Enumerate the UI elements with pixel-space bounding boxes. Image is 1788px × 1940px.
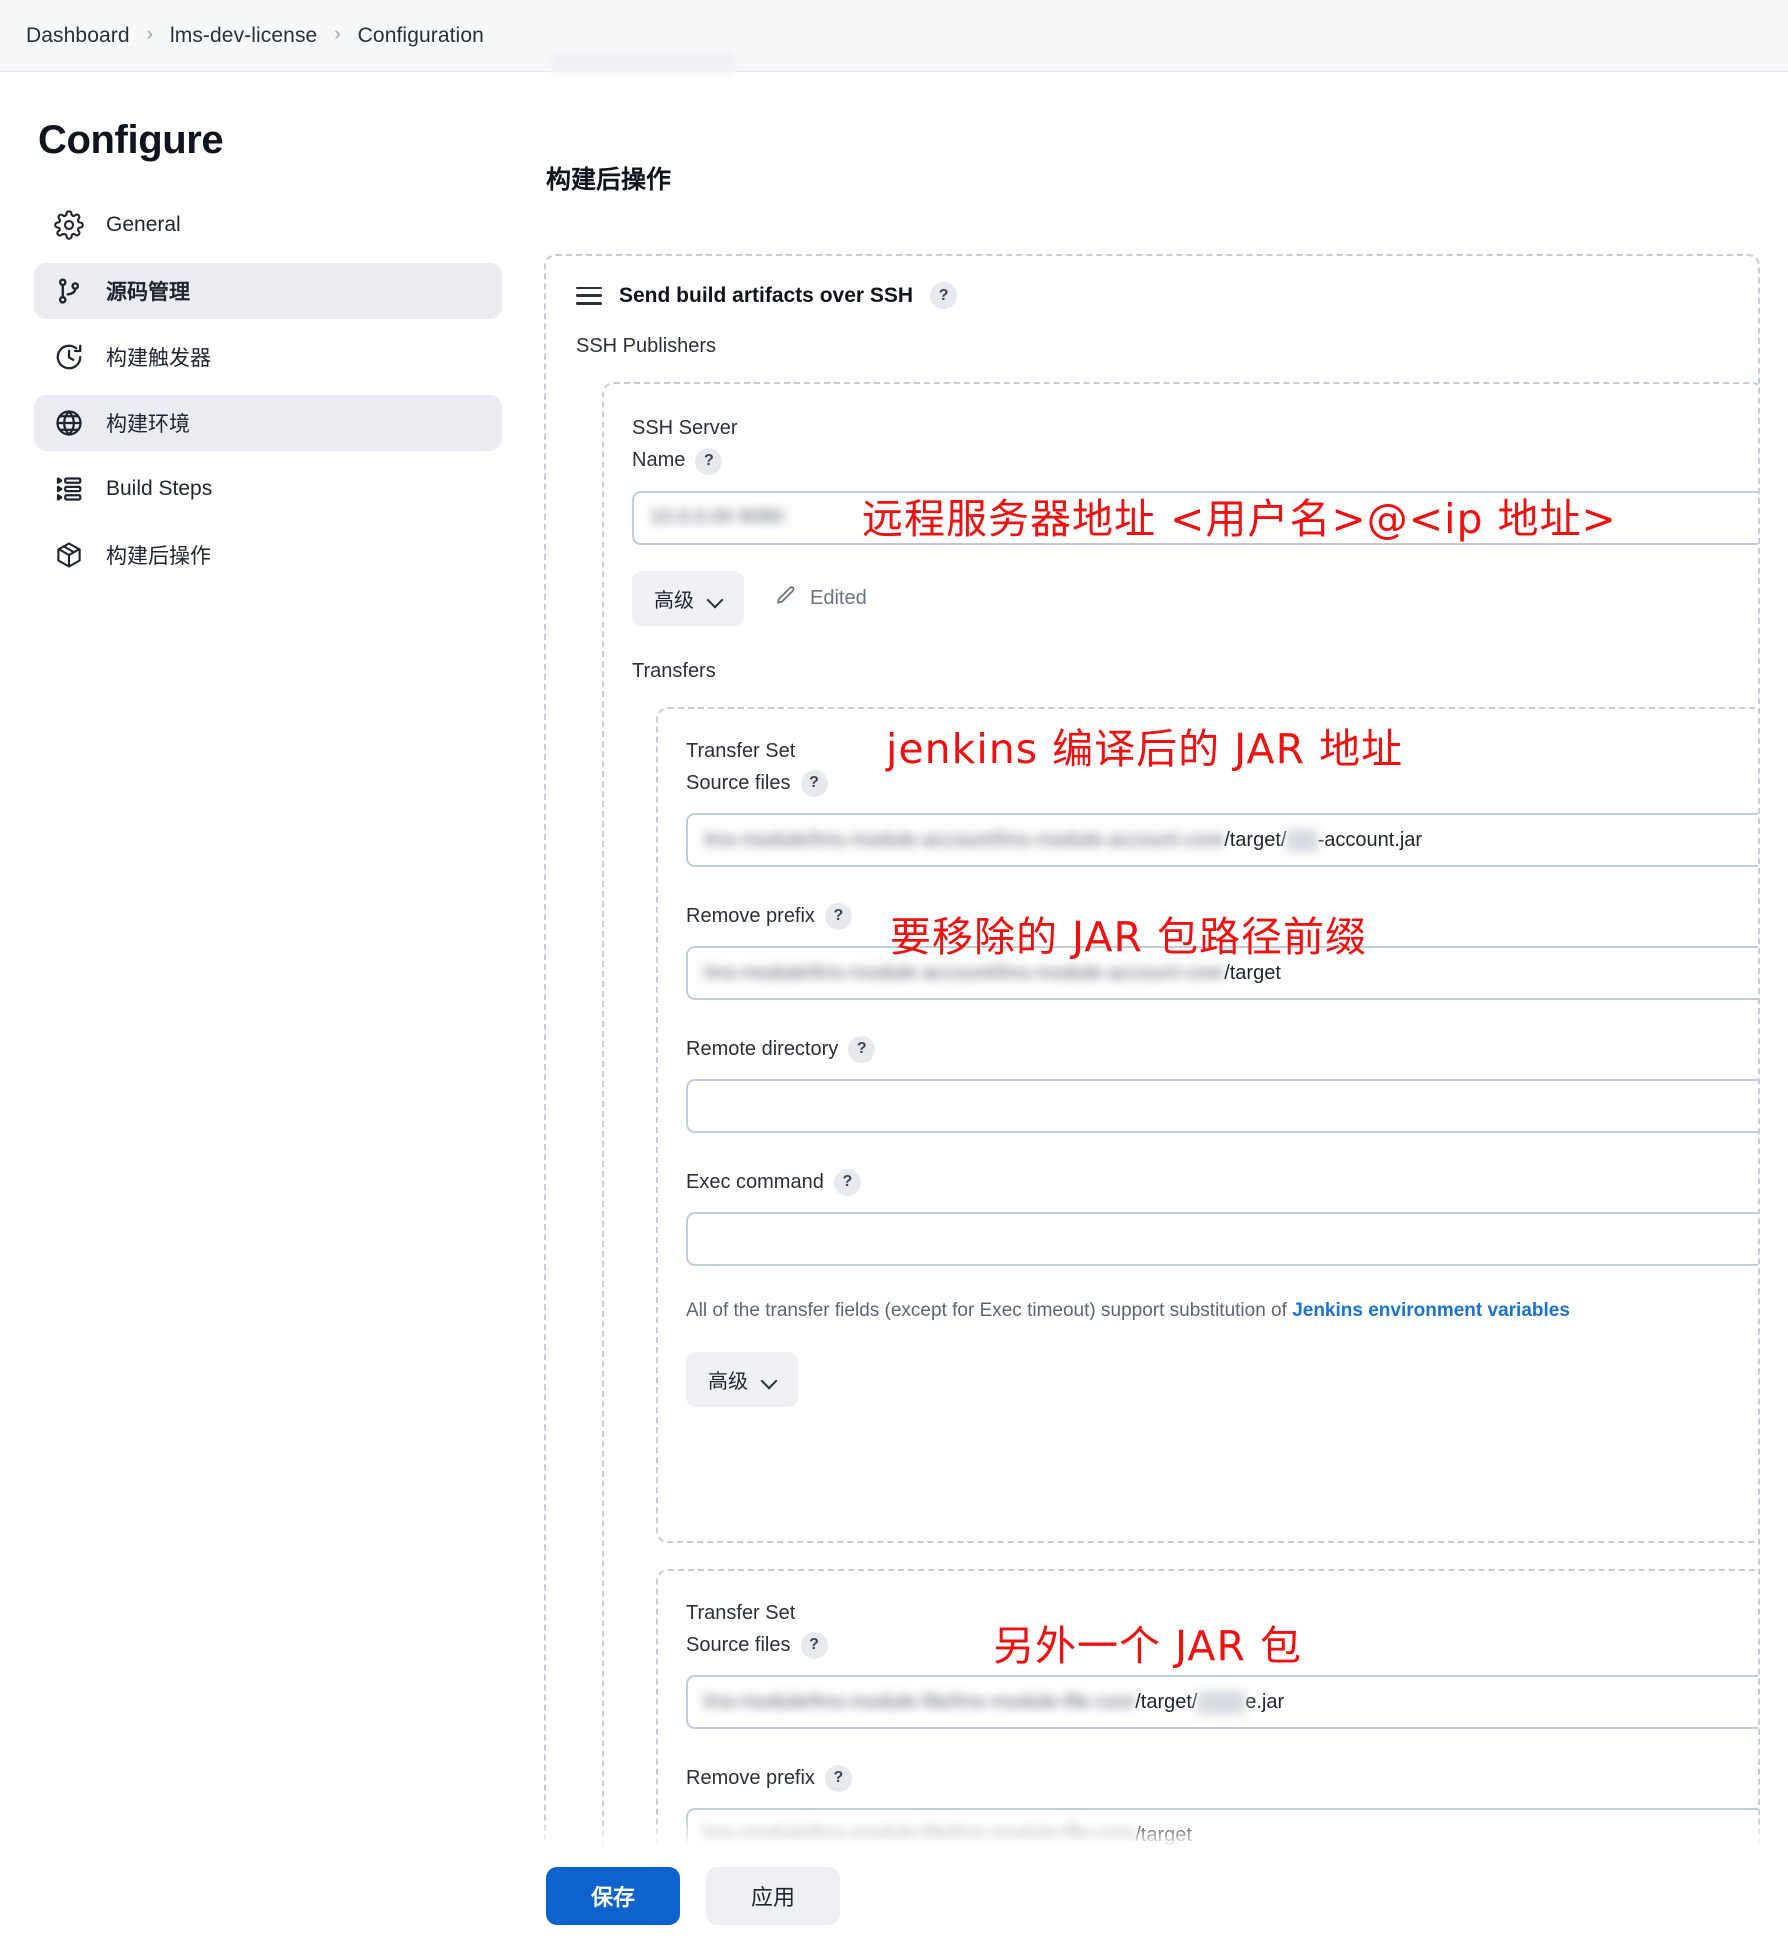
advanced-label: 高级	[708, 1371, 748, 1394]
footer-scrim	[0, 1818, 1788, 1852]
help-icon[interactable]: ?	[848, 1036, 876, 1064]
transfer-set-1-advanced-button[interactable]: 高级	[686, 1352, 798, 1408]
ssh-publisher-panel: Send build artifacts over SSH ? SSH Publ…	[544, 254, 1760, 1934]
chevron-down-icon	[708, 594, 722, 603]
source-files-visible-middle: /target/	[1224, 828, 1287, 851]
transfer-set-1-exec-command-input[interactable]	[686, 1212, 1758, 1267]
source-files-blurred-mid: lms	[1286, 828, 1318, 852]
ssh-server-label-line1: SSH Server	[632, 417, 738, 439]
save-button[interactable]: 保存	[546, 1867, 680, 1925]
help-icon[interactable]: ?	[824, 903, 852, 931]
ssh-server-name-value: 10.0.0.00 8080	[650, 506, 784, 529]
breadcrumb-item-job[interactable]: lms-dev-license	[170, 24, 317, 48]
transfer-set-1-remote-directory-label: Remote directory ?	[686, 1036, 1758, 1064]
transfer-set-1: Transfer Set Source files ? lms-module/l…	[656, 706, 1758, 1543]
post-build-actions-heading: 构建后操作	[546, 166, 672, 194]
breadcrumb: Dashboard › lms-dev-license › Configurat…	[0, 0, 1788, 75]
panel-title: Send build artifacts over SSH	[619, 283, 914, 307]
source-files-blurred-prefix: lms-module/lms-module-account/lms-module…	[704, 828, 1225, 851]
sidebar-item-label: 构建环境	[106, 413, 190, 436]
help-icon[interactable]: ?	[824, 1765, 852, 1793]
transfer-set-1-remove-prefix-label: Remove prefix ?	[686, 903, 1758, 931]
gear-icon	[52, 208, 86, 242]
git-branch-icon	[52, 274, 86, 308]
remove-prefix-blurred: lms-module/lms-module-account/lms-module…	[704, 961, 1225, 984]
remove-prefix-label: Remove prefix	[686, 904, 815, 927]
configure-sidebar: Configure General 源码管理 构建触发器 构建环境 Build …	[0, 72, 540, 1940]
jenkins-env-variables-link[interactable]: Jenkins environment variables	[1292, 1300, 1570, 1321]
breadcrumb-separator-icon: ›	[146, 23, 153, 45]
panel-header: Send build artifacts over SSH ?	[576, 282, 1758, 309]
source-files-visible-suffix: e.jar	[1245, 1690, 1285, 1713]
exec-command-label: Exec command	[686, 1170, 824, 1193]
transfer-set-title: Transfer Set	[686, 1601, 796, 1624]
apply-button[interactable]: 应用	[706, 1867, 840, 1925]
source-files-blurred-prefix: lms-module/lms-module-file/lms-module-fi…	[704, 1690, 1136, 1713]
transfers-label: Transfers	[632, 659, 716, 682]
help-icon[interactable]: ?	[930, 282, 958, 309]
sidebar-item-scm[interactable]: 源码管理	[34, 263, 502, 319]
package-icon	[52, 538, 86, 572]
ssh-server-name-input[interactable]: 10.0.0.00 8080	[632, 490, 1758, 545]
page-title: Configure	[38, 118, 224, 162]
sidebar-item-label: 源码管理	[106, 281, 190, 304]
transfer-set-1-remote-directory-input[interactable]	[686, 1079, 1758, 1134]
sidebar-item-build-triggers[interactable]: 构建触发器	[34, 329, 502, 385]
transfer-set-1-source-files-label: Transfer Set Source files ?	[686, 739, 1758, 798]
transfer-set-1-exec-command-label: Exec command ?	[686, 1169, 1758, 1197]
advanced-label: 高级	[654, 589, 694, 612]
ssh-publishers-label: SSH Publishers	[576, 335, 717, 357]
sidebar-item-label: Build Steps	[106, 477, 213, 500]
source-files-visible-middle: /target/	[1135, 1690, 1198, 1713]
edited-label: Edited	[810, 586, 867, 609]
sidebar-item-label: General	[106, 213, 181, 236]
source-files-label: Source files	[686, 771, 791, 794]
sidebar-item-build-steps[interactable]: Build Steps	[34, 461, 502, 517]
help-icon[interactable]: ?	[833, 1169, 861, 1197]
source-files-label: Source files	[686, 1633, 791, 1656]
sidebar-item-post-build-actions[interactable]: 构建后操作	[34, 527, 502, 583]
help-icon[interactable]: ?	[695, 447, 723, 475]
transfer-set-2-source-files-input[interactable]: lms-module/lms-module-file/lms-module-fi…	[686, 1675, 1758, 1730]
transfer-set-1-source-files-input[interactable]: lms-module/lms-module-account/lms-module…	[686, 813, 1758, 868]
list-steps-icon	[52, 472, 86, 506]
clock-icon	[52, 340, 86, 374]
sidebar-item-general[interactable]: General	[34, 197, 502, 253]
help-icon[interactable]: ?	[800, 1632, 828, 1660]
breadcrumb-separator-icon: ›	[334, 23, 341, 45]
main-content: 构建后操作 Send build artifacts over SSH ? SS…	[540, 72, 1788, 1940]
drag-handle-icon[interactable]	[576, 286, 602, 305]
transfer-set-title: Transfer Set	[686, 739, 796, 762]
form-action-bar: 保存 应用	[0, 1852, 1788, 1940]
ssh-server-name-label: SSH Server Name ?	[632, 416, 1758, 475]
help-icon[interactable]: ?	[800, 770, 828, 798]
sidebar-item-build-environment[interactable]: 构建环境	[34, 395, 502, 451]
transfer-set-1-remove-prefix-input[interactable]: lms-module/lms-module-account/lms-module…	[686, 946, 1758, 1001]
remove-prefix-visible-suffix: /target	[1224, 961, 1281, 984]
breadcrumb-item-configuration[interactable]: Configuration	[358, 24, 484, 48]
globe-icon	[52, 406, 86, 440]
remove-prefix-label: Remove prefix	[686, 1766, 815, 1789]
sidebar-item-label: 构建触发器	[106, 347, 211, 370]
env-note-text: All of the transfer fields (except for E…	[686, 1300, 1293, 1322]
source-files-visible-suffix: -account.jar	[1317, 828, 1423, 851]
sidebar-item-label: 构建后操作	[106, 545, 211, 568]
source-files-blurred-mid: lms-fi	[1197, 1690, 1246, 1714]
breadcrumb-item-dashboard[interactable]: Dashboard	[26, 24, 130, 48]
ssh-server-advanced-button[interactable]: 高级	[632, 570, 744, 626]
ssh-publisher-entry: SSH Server Name ? 10.0.0.00 8080 高级 Edit…	[602, 382, 1758, 1932]
transfer-set-2-remove-prefix-label: Remove prefix ?	[686, 1765, 1758, 1793]
transfer-set-2-source-files-label: Transfer Set Source files ?	[686, 1601, 1758, 1660]
env-variables-note: All of the transfer fields (except for E…	[686, 1300, 1758, 1322]
edited-indicator[interactable]: Edited	[774, 584, 867, 613]
remote-directory-label: Remote directory	[686, 1037, 839, 1060]
pencil-icon	[774, 584, 797, 613]
ssh-server-label-line2: Name	[632, 449, 686, 472]
chevron-down-icon	[762, 1375, 776, 1384]
